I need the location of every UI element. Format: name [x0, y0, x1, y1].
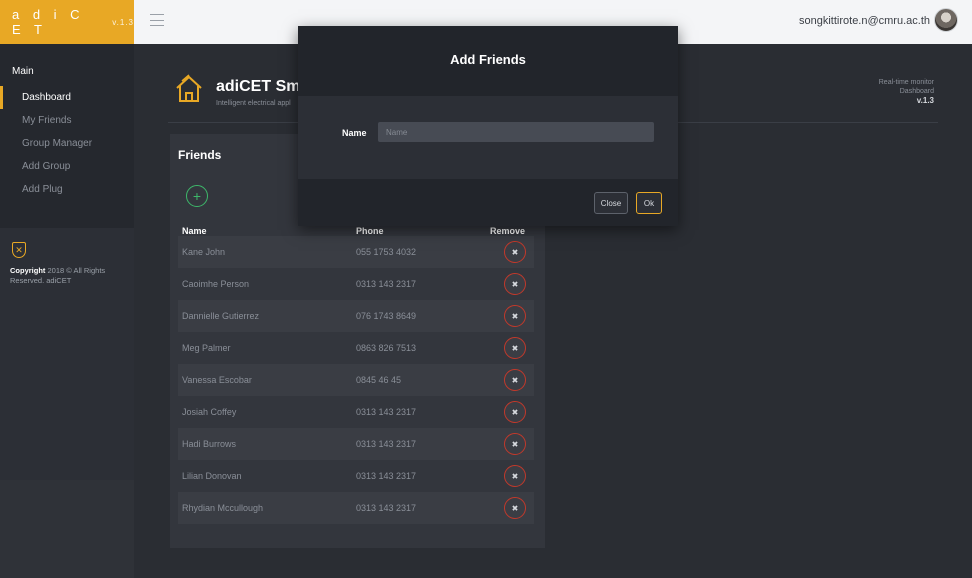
- sidebar-item-dashboard[interactable]: Dashboard: [0, 86, 134, 109]
- sidebar-nav: Dashboard My Friends Group Manager Add G…: [0, 86, 134, 201]
- friend-phone: 0313 143 2317: [356, 439, 417, 449]
- table-row: Caoimhe Person 0313 143 2317 ✖: [178, 268, 534, 300]
- remove-friend-button[interactable]: ✖: [504, 241, 526, 263]
- table-row: Josiah Coffey 0313 143 2317 ✖: [178, 396, 534, 428]
- friend-phone: 0845 46 45: [356, 375, 402, 385]
- friend-phone: 0313 143 2317: [356, 407, 417, 417]
- friend-phone: 0313 143 2317: [356, 279, 417, 289]
- sidebar-item-my-friends[interactable]: My Friends: [0, 109, 134, 132]
- sidebar: Main Dashboard My Friends Group Manager …: [0, 44, 134, 480]
- brand-name: a d i C E T: [12, 7, 85, 37]
- breadcrumb-version: v.1.3: [916, 96, 934, 105]
- friend-name: Lilian Donovan: [182, 471, 242, 481]
- modal-title: Add Friends: [450, 52, 526, 67]
- sidebar-section-label: Main: [12, 66, 34, 77]
- sidebar-item-group-manager[interactable]: Group Manager: [0, 132, 134, 155]
- shield-icon: ✕: [12, 242, 26, 258]
- friend-phone: 0313 143 2317: [356, 471, 417, 481]
- ok-button[interactable]: Ok: [636, 192, 662, 214]
- friend-name: Josiah Coffey: [182, 407, 237, 417]
- friend-name: Dannielle Gutierrez: [182, 311, 260, 321]
- column-header-phone: Phone: [356, 226, 384, 236]
- brand-version: v.1.3: [112, 17, 134, 27]
- remove-friend-button[interactable]: ✖: [504, 433, 526, 455]
- table-row: Kane John 055 1753 4032 ✖: [178, 236, 534, 268]
- friend-phone: 076 1743 8649: [356, 311, 417, 321]
- friend-phone: 0313 143 2317: [356, 503, 417, 513]
- friend-name: Rhydian Mccullough: [182, 503, 264, 513]
- remove-friend-button[interactable]: ✖: [504, 337, 526, 359]
- column-header-remove: Remove: [490, 226, 526, 236]
- copyright-bold: Copyright: [10, 266, 46, 275]
- table-row: Vanessa Escobar 0845 46 45 ✖: [178, 364, 534, 396]
- sidebar-footer: ✕ Copyright 2018 © All Rights Reserved. …: [0, 228, 134, 480]
- friend-name: Caoimhe Person: [182, 279, 250, 289]
- remove-friend-button[interactable]: ✖: [504, 273, 526, 295]
- remove-friend-button[interactable]: ✖: [504, 369, 526, 391]
- add-friend-button[interactable]: +: [186, 185, 208, 207]
- friends-table: Kane John 055 1753 4032 ✖ Caoimhe Person 03…: [178, 236, 534, 524]
- breadcrumb: Real-time monitor Dashboard v.1.3: [879, 78, 934, 105]
- sidebar-item-add-group[interactable]: Add Group: [0, 155, 134, 178]
- remove-friend-button[interactable]: ✖: [504, 305, 526, 327]
- table-row: Dannielle Gutierrez 076 1743 8649 ✖: [178, 300, 534, 332]
- user-email[interactable]: songkittirote.n@cmru.ac.th: [799, 15, 930, 27]
- friend-name: Vanessa Escobar: [182, 375, 252, 385]
- modal-header: Add Friends: [298, 26, 678, 96]
- friend-phone: 055 1753 4032: [356, 247, 417, 257]
- remove-friend-button[interactable]: ✖: [504, 465, 526, 487]
- table-row: Lilian Donovan 0313 143 2317 ✖: [178, 460, 534, 492]
- page-subtitle: Intelligent electrical appl: [216, 100, 291, 107]
- menu-toggle-icon[interactable]: [150, 14, 164, 26]
- friend-name: Kane John: [182, 247, 226, 257]
- name-label: Name: [342, 128, 367, 138]
- friend-name: Hadi Burrows: [182, 439, 237, 449]
- copyright: Copyright 2018 © All Rights Reserved. ad…: [10, 266, 130, 286]
- breadcrumb-dashboard[interactable]: Dashboard: [879, 87, 934, 96]
- table-row: Hadi Burrows 0313 143 2317 ✖: [178, 428, 534, 460]
- house-icon: [176, 74, 202, 102]
- add-friends-modal: Add Friends Name Close Ok: [298, 26, 678, 226]
- column-header-name: Name: [182, 226, 207, 236]
- page-title: adiCET Sma: [216, 78, 310, 95]
- name-input[interactable]: [378, 122, 654, 142]
- remove-friend-button[interactable]: ✖: [504, 497, 526, 519]
- friends-title: Friends: [178, 148, 222, 162]
- table-row: Rhydian Mccullough 0313 143 2317 ✖: [178, 492, 534, 524]
- remove-friend-button[interactable]: ✖: [504, 401, 526, 423]
- avatar[interactable]: [934, 8, 958, 32]
- friend-phone: 0863 826 7513: [356, 343, 417, 353]
- table-row: Meg Palmer 0863 826 7513 ✖: [178, 332, 534, 364]
- brand-logo[interactable]: a d i C E T v.1.3: [0, 0, 134, 44]
- close-button[interactable]: Close: [594, 192, 628, 214]
- breadcrumb-monitor[interactable]: Real-time monitor: [879, 78, 934, 87]
- sidebar-item-add-plug[interactable]: Add Plug: [0, 178, 134, 201]
- friend-name: Meg Palmer: [182, 343, 231, 353]
